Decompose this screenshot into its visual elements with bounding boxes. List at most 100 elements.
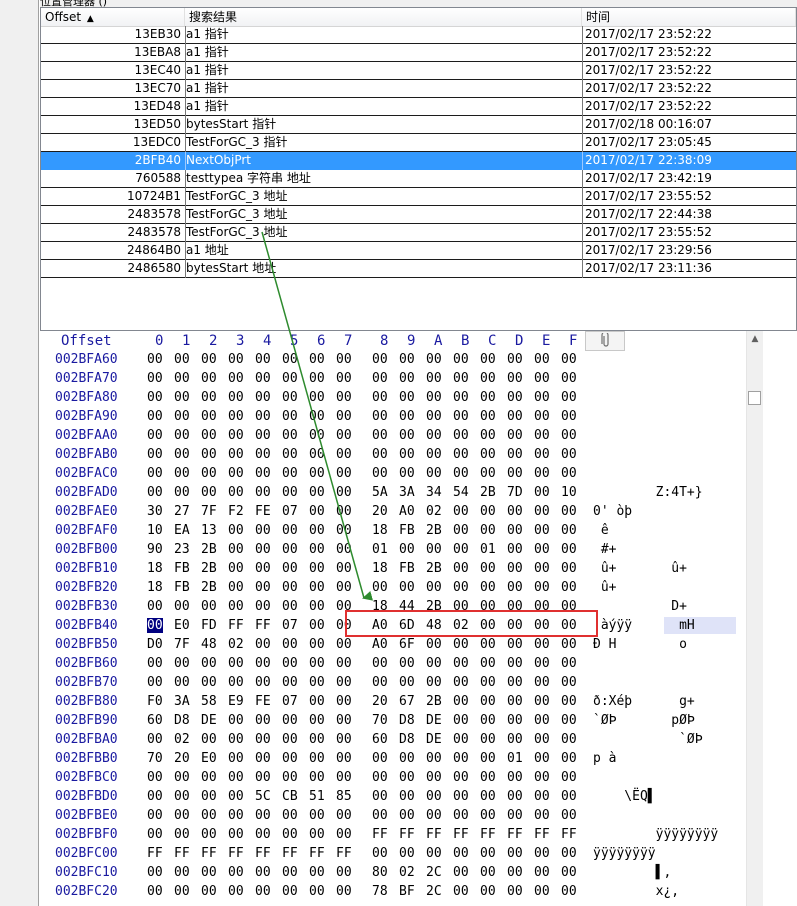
hex-byte[interactable]: BF [399, 884, 415, 899]
hex-row[interactable]: 002BFC10 00 00 00 00 00 00 00 00 80 02 2C 00 00 00 00 00… [40, 864, 797, 883]
hex-byte[interactable]: 00 [282, 770, 298, 785]
hex-byte[interactable]: 00 [201, 808, 217, 823]
hex-byte[interactable]: 00 [534, 523, 550, 538]
hex-byte[interactable]: A0 [399, 504, 415, 519]
hex-byte[interactable]: 00 [147, 618, 163, 633]
hex-byte[interactable]: 20 [372, 504, 388, 519]
hex-byte[interactable]: 00 [426, 580, 442, 595]
hex-byte[interactable]: 00 [255, 732, 271, 747]
hex-byte[interactable]: FF [228, 846, 244, 861]
hex-byte[interactable]: 00 [372, 371, 388, 386]
hex-byte[interactable]: 00 [309, 466, 325, 481]
hex-byte[interactable]: 00 [201, 865, 217, 880]
hex-byte[interactable]: 00 [453, 751, 469, 766]
hex-byte[interactable]: 00 [336, 827, 352, 842]
hex-byte[interactable]: 00 [480, 428, 496, 443]
hex-byte[interactable]: 18 [372, 523, 388, 538]
hex-byte[interactable]: 00 [507, 789, 523, 804]
hex-byte[interactable]: 00 [255, 352, 271, 367]
hex-byte[interactable]: 00 [372, 846, 388, 861]
hex-byte[interactable]: 07 [282, 618, 298, 633]
hex-byte[interactable]: 00 [534, 884, 550, 899]
hex-byte[interactable]: 00 [201, 827, 217, 842]
hex-byte[interactable]: 00 [561, 637, 577, 652]
hex-byte[interactable]: 00 [534, 618, 550, 633]
hex-byte[interactable]: 23 [174, 542, 190, 557]
hex-byte[interactable]: 00 [399, 352, 415, 367]
hex-row[interactable]: 002BFAB0 00 00 00 00 00 00 00 00 00 00 00 00 00 00 00 00 [40, 446, 797, 465]
hex-byte[interactable]: 00 [480, 580, 496, 595]
hex-row[interactable]: 002BFB20 18 FB 2B 00 00 00 00 00 00 00 00 00 00 00 00 00… [40, 579, 797, 598]
hex-byte[interactable]: 00 [309, 428, 325, 443]
hex-byte[interactable]: 00 [534, 504, 550, 519]
hex-byte[interactable]: 00 [453, 656, 469, 671]
hex-byte[interactable]: 00 [282, 751, 298, 766]
hex-byte[interactable]: 00 [534, 789, 550, 804]
hex-byte[interactable]: 00 [282, 808, 298, 823]
hex-byte[interactable]: 00 [282, 352, 298, 367]
hex-byte[interactable]: 00 [228, 827, 244, 842]
hex-byte[interactable]: 00 [561, 409, 577, 424]
hex-byte[interactable]: 00 [282, 390, 298, 405]
hex-byte[interactable]: 00 [534, 371, 550, 386]
hex-byte[interactable]: 00 [399, 846, 415, 861]
hex-byte[interactable]: FB [399, 523, 415, 538]
hex-byte[interactable]: 00 [336, 485, 352, 500]
hex-byte[interactable]: 60 [372, 732, 388, 747]
hex-byte[interactable]: 00 [426, 447, 442, 462]
hex-byte[interactable]: 00 [255, 447, 271, 462]
hex-byte[interactable]: 00 [561, 808, 577, 823]
hex-byte[interactable]: 00 [336, 371, 352, 386]
hex-byte[interactable]: 00 [255, 390, 271, 405]
hex-byte[interactable]: 00 [282, 732, 298, 747]
hex-byte[interactable]: 00 [561, 732, 577, 747]
hex-byte[interactable]: 00 [282, 428, 298, 443]
hex-byte[interactable]: 18 [147, 580, 163, 595]
hex-byte[interactable]: 00 [255, 770, 271, 785]
hex-byte[interactable]: 00 [147, 884, 163, 899]
hex-byte[interactable]: 00 [282, 447, 298, 462]
hex-byte[interactable]: 00 [453, 599, 469, 614]
hex-byte[interactable]: 00 [534, 542, 550, 557]
hex-byte[interactable]: 00 [228, 428, 244, 443]
hex-byte[interactable]: 00 [426, 846, 442, 861]
hex-byte[interactable]: 00 [282, 485, 298, 500]
hex-byte[interactable]: 00 [147, 485, 163, 500]
hex-byte[interactable]: 00 [507, 409, 523, 424]
hex-byte[interactable]: 00 [147, 409, 163, 424]
hex-byte[interactable]: 00 [507, 580, 523, 595]
hex-byte[interactable]: 00 [399, 675, 415, 690]
hex-byte[interactable]: 00 [309, 770, 325, 785]
hex-byte[interactable]: 00 [282, 523, 298, 538]
hex-byte[interactable]: 00 [282, 371, 298, 386]
hex-byte[interactable]: 00 [453, 732, 469, 747]
hex-byte[interactable]: 00 [309, 409, 325, 424]
hex-byte[interactable]: 00 [255, 542, 271, 557]
hex-byte[interactable]: 00 [174, 770, 190, 785]
hex-byte[interactable]: 00 [399, 580, 415, 595]
hex-byte[interactable]: 00 [507, 466, 523, 481]
hex-byte[interactable]: 00 [309, 694, 325, 709]
result-row[interactable]: 2486580 bytesStart 地址 2017/02/17 23:11:36 [41, 260, 796, 278]
hex-byte[interactable]: 00 [399, 447, 415, 462]
hex-byte[interactable]: 00 [507, 637, 523, 652]
hex-byte[interactable]: 00 [399, 409, 415, 424]
hex-byte[interactable]: 00 [174, 789, 190, 804]
hex-byte[interactable]: 00 [255, 884, 271, 899]
hex-byte[interactable]: 00 [507, 371, 523, 386]
hex-byte[interactable]: 00 [255, 580, 271, 595]
hex-byte[interactable]: 00 [372, 770, 388, 785]
hex-byte[interactable]: 00 [147, 447, 163, 462]
hex-byte[interactable]: 00 [255, 713, 271, 728]
hex-byte[interactable]: 00 [399, 371, 415, 386]
hex-byte[interactable]: 00 [453, 447, 469, 462]
hex-byte[interactable]: 00 [426, 466, 442, 481]
hex-byte[interactable]: 00 [201, 371, 217, 386]
hex-byte[interactable]: 00 [309, 352, 325, 367]
hex-byte[interactable]: FF [309, 846, 325, 861]
hex-byte[interactable]: 2C [426, 865, 442, 880]
hex-byte[interactable]: 00 [561, 447, 577, 462]
hex-editor[interactable]: Offset 0123456789ABCDEF 002BFA60 00 00 00 00… [40, 331, 797, 906]
hex-byte[interactable]: 20 [174, 751, 190, 766]
hex-byte[interactable]: 00 [480, 751, 496, 766]
